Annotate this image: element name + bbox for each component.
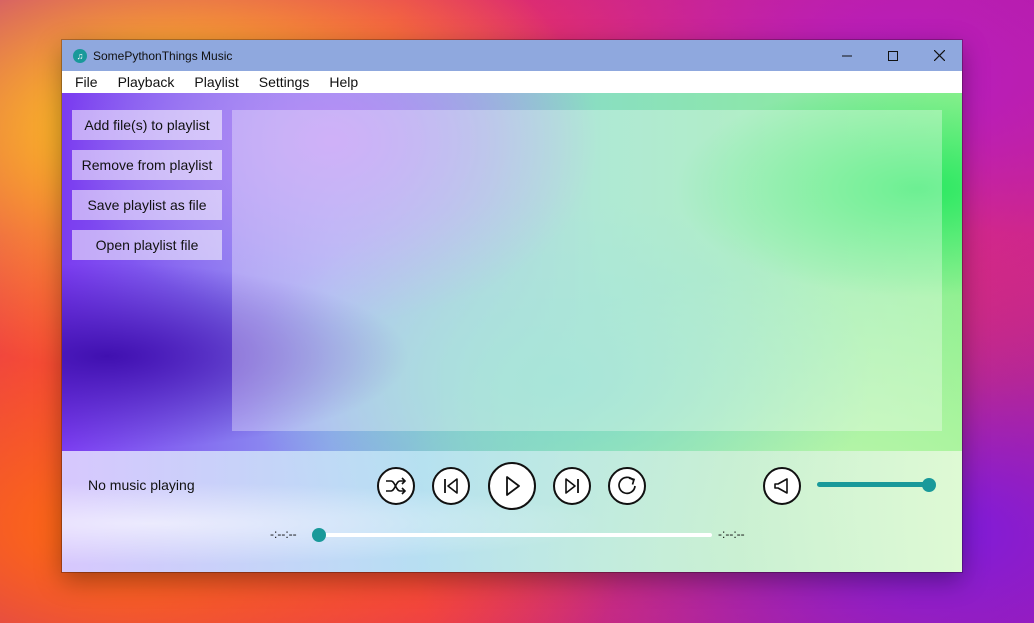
app-window: ♫ SomePythonThings Music File Playback P… [62, 40, 962, 572]
menu-playback[interactable]: Playback [108, 74, 185, 90]
play-icon [506, 476, 520, 496]
shuffle-icon [386, 477, 407, 495]
maximize-button[interactable] [870, 40, 916, 71]
next-button[interactable] [553, 467, 591, 505]
play-button[interactable] [488, 462, 536, 510]
window-title: SomePythonThings Music [93, 48, 233, 63]
total-time: -:--:-- [718, 527, 745, 541]
menu-help[interactable]: Help [319, 74, 368, 90]
minimize-button[interactable] [824, 40, 870, 71]
volume-slider-handle[interactable] [922, 478, 936, 492]
open-playlist-button[interactable]: Open playlist file [72, 230, 222, 260]
save-playlist-button[interactable]: Save playlist as file [72, 190, 222, 220]
menu-bar: File Playback Playlist Settings Help [62, 71, 962, 93]
top-area: Add file(s) to playlist Remove from play… [62, 93, 962, 451]
menu-playlist[interactable]: Playlist [184, 74, 248, 90]
volume-button[interactable] [763, 467, 801, 505]
close-button[interactable] [916, 40, 962, 71]
remove-from-playlist-button[interactable]: Remove from playlist [72, 150, 222, 180]
repeat-icon [618, 476, 636, 495]
volume-slider[interactable] [817, 482, 930, 487]
progress-slider-handle[interactable] [312, 528, 326, 542]
previous-icon [444, 478, 458, 494]
main-content: Add file(s) to playlist Remove from play… [62, 93, 962, 572]
progress-slider[interactable] [320, 533, 712, 537]
title-bar[interactable]: ♫ SomePythonThings Music [62, 40, 962, 71]
volume-icon [774, 478, 788, 494]
next-icon [565, 478, 579, 494]
now-playing-status: No music playing [88, 477, 195, 493]
elapsed-time: -:--:-- [270, 527, 297, 541]
playlist-view[interactable] [232, 110, 942, 431]
add-files-button[interactable]: Add file(s) to playlist [72, 110, 222, 140]
menu-file[interactable]: File [65, 74, 108, 90]
previous-button[interactable] [432, 467, 470, 505]
music-note-icon: ♫ [73, 48, 87, 63]
player-controls-panel: No music playing -:--:-- -:--:-- [62, 451, 962, 572]
shuffle-button[interactable] [377, 467, 415, 505]
repeat-button[interactable] [608, 467, 646, 505]
menu-settings[interactable]: Settings [249, 74, 320, 90]
